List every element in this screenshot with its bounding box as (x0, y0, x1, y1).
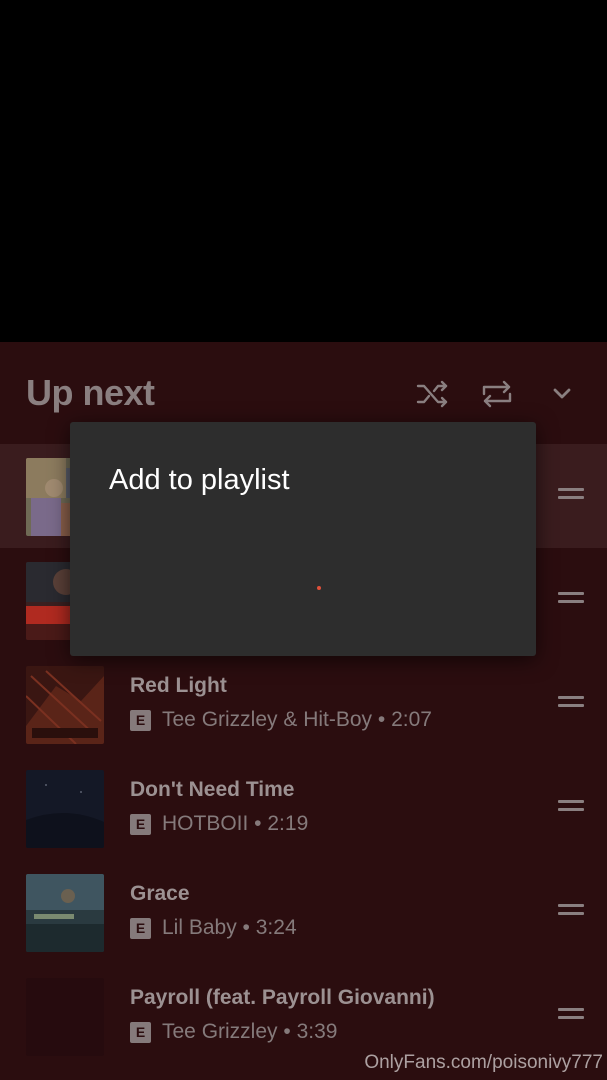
meta-separator: • (277, 1020, 297, 1043)
queue-row[interactable]: Grace E Lil Baby • 3:24 (0, 860, 607, 964)
album-art (26, 666, 104, 744)
drag-handle[interactable] (558, 488, 584, 502)
track-title: Grace (130, 882, 190, 905)
drag-handle[interactable] (558, 696, 584, 710)
track-artist: Tee Grizzley (162, 1020, 278, 1043)
drag-handle[interactable] (558, 1008, 584, 1022)
track-title: Don't Need Time (130, 778, 295, 801)
track-meta: E HOTBOII • 2:19 (130, 812, 308, 836)
loading-spinner-icon (317, 586, 321, 590)
track-duration: 2:19 (267, 812, 309, 835)
drag-handle[interactable] (558, 592, 584, 606)
track-meta: E Lil Baby • 3:24 (130, 916, 297, 940)
meta-separator: • (372, 708, 392, 731)
track-meta: E Tee Grizzley • 3:39 (130, 1020, 337, 1044)
track-duration: 3:39 (296, 1020, 338, 1043)
chevron-down-icon[interactable] (544, 376, 580, 412)
drag-handle[interactable] (558, 904, 584, 918)
track-title: Red Light (130, 674, 227, 697)
dialog-title: Add to playlist (109, 464, 290, 496)
meta-separator: • (248, 812, 268, 835)
explicit-badge: E (130, 709, 151, 731)
track-title: Payroll (feat. Payroll Giovanni) (130, 986, 435, 1009)
drag-handle[interactable] (558, 800, 584, 814)
video-area (0, 0, 607, 342)
album-art (26, 874, 104, 952)
track-duration: 2:07 (391, 708, 432, 731)
track-artist: HOTBOII (162, 812, 249, 835)
explicit-badge: E (130, 813, 151, 835)
track-artist: Tee Grizzley & Hit-Boy (162, 708, 373, 731)
explicit-badge: E (130, 917, 151, 939)
meta-separator: • (236, 916, 256, 939)
repeat-icon[interactable] (479, 376, 515, 412)
queue-row[interactable]: Red Light E Tee Grizzley & Hit-Boy • 2:0… (0, 652, 607, 756)
up-next-title: Up next (26, 372, 155, 413)
add-to-playlist-dialog: Add to playlist (70, 422, 536, 656)
watermark: OnlyFans.com/poisonivy777 (364, 1052, 603, 1073)
album-art (26, 978, 104, 1056)
track-meta: E Tee Grizzley & Hit-Boy • 2:07 (130, 708, 432, 732)
album-art (26, 770, 104, 848)
track-artist: Lil Baby (162, 916, 237, 939)
track-duration: 3:24 (255, 916, 297, 939)
shuffle-icon[interactable] (414, 376, 450, 412)
explicit-badge: E (130, 1021, 151, 1043)
queue-row[interactable]: Don't Need Time E HOTBOII • 2:19 (0, 756, 607, 860)
